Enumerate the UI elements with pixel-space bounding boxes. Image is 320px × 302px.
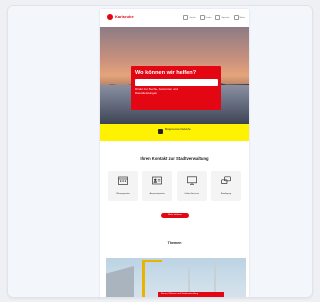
tile-online-services[interactable]: Online-Services	[176, 171, 207, 201]
tile-opening-hours[interactable]: Öffnungszeiten	[108, 171, 138, 201]
tile-contact-person[interactable]: Ansprechpartner	[142, 171, 173, 201]
menu-icon	[233, 15, 239, 20]
nav-label: Suche	[189, 16, 196, 19]
calendar-icon	[118, 176, 128, 185]
header-nav: Suche Konto Sprache Menü	[183, 15, 245, 20]
user-icon	[199, 15, 205, 20]
tile-label: Öffnungszeiten	[116, 193, 130, 195]
hero-section: Wo können wir helfen? Direkt zur Suche, …	[100, 27, 249, 124]
tile-label: Ansprechpartner	[149, 193, 166, 195]
monitor-icon	[186, 176, 197, 185]
preview-card: Karlsruhe Suche Konto Sprache Menü Wo kö…	[7, 5, 313, 298]
nav-item-language[interactable]: Sprache	[215, 15, 230, 20]
contact-tiles: Öffnungszeiten Ansprechpartner Online-Se…	[108, 171, 241, 201]
hero-title: Wo können wir helfen?	[135, 70, 197, 76]
contact-section-title: Ihren Kontakt zur Stadtverwaltung	[140, 156, 209, 161]
contact-card-icon	[152, 176, 163, 185]
search-box: Wo können wir helfen? Direkt zur Suche, …	[131, 66, 221, 110]
mobile-page-preview[interactable]: Karlsruhe Suche Konto Sprache Menü Wo kö…	[100, 9, 249, 297]
nav-label: Konto	[205, 16, 212, 19]
site-header: Karlsruhe Suche Konto Sprache Menü	[100, 9, 249, 27]
search-icon	[183, 15, 189, 20]
search-input[interactable]	[135, 79, 218, 86]
more-button-label: Mehr erfahren	[168, 214, 182, 216]
themen-section-title: Themen	[167, 241, 182, 245]
tile-participation[interactable]: Beteiligung	[210, 171, 241, 201]
feature-caption-banner[interactable]: Bauen, Wohnen und Stadtentwicklung	[158, 292, 224, 297]
feature-caption: Bauen, Wohnen und Stadtentwicklung	[161, 293, 199, 295]
crane-arm-shape	[142, 260, 162, 262]
info-banner-text: Bürgerservice Karlsruhe	[165, 128, 191, 131]
more-button[interactable]: Mehr erfahren	[161, 213, 189, 218]
hero-subtitle: Direkt zur Suche, Antworten und Dienstle…	[135, 87, 179, 95]
tile-label: Online-Services	[184, 193, 199, 195]
info-banner[interactable]: Bürgerservice Karlsruhe	[100, 124, 249, 141]
globe-icon	[215, 15, 221, 20]
nav-label: Sprache	[221, 16, 230, 19]
chat-icon	[221, 176, 231, 184]
nav-item-account[interactable]: Konto	[199, 15, 212, 20]
building-shape	[106, 266, 134, 297]
crane-shape	[142, 260, 145, 297]
nav-item-search[interactable]: Suche	[183, 15, 196, 20]
tile-label: Beteiligung	[220, 193, 232, 195]
nav-item-menu[interactable]: Menü	[233, 15, 245, 20]
nav-label: Menü	[239, 16, 245, 19]
logo-text[interactable]: Karlsruhe	[115, 13, 134, 21]
construction-feature-image[interactable]: Bauen, Wohnen und Stadtentwicklung	[106, 258, 246, 297]
logo-icon[interactable]	[107, 14, 113, 20]
service-icon	[158, 129, 163, 134]
